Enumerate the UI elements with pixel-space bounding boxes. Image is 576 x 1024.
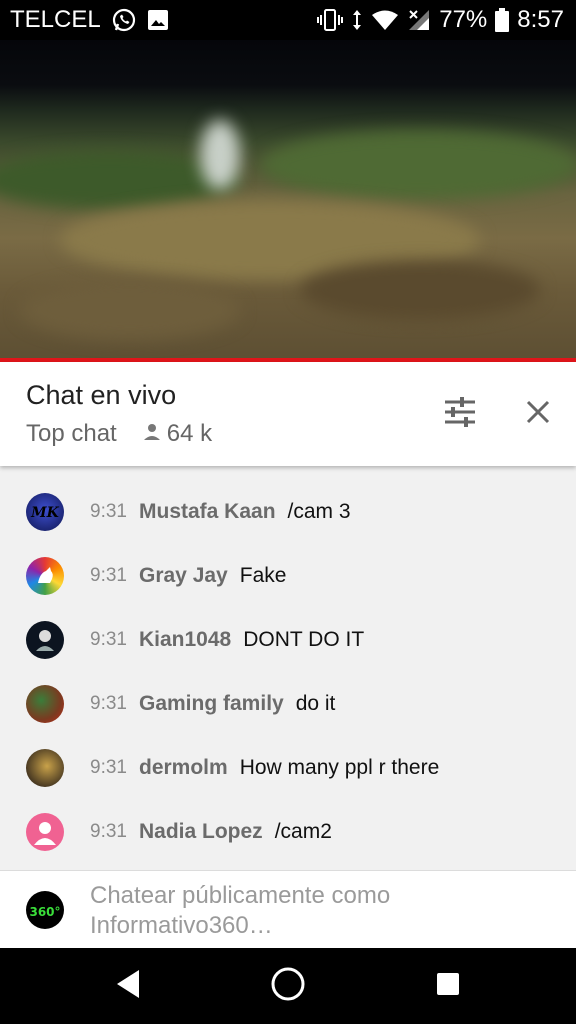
viewer-count: 64 k bbox=[143, 420, 212, 448]
avatar[interactable] bbox=[26, 621, 64, 659]
avatar[interactable]: MK bbox=[26, 493, 64, 531]
avatar[interactable] bbox=[26, 813, 64, 851]
message-text: /cam 3 bbox=[287, 500, 351, 523]
message-text: Fake bbox=[239, 564, 287, 587]
chat-message: 9:31 Kian1048 DONT DO IT bbox=[0, 608, 576, 672]
battery-icon bbox=[495, 8, 510, 32]
chat-message: 9:31 dermolm How many ppl r there bbox=[0, 736, 576, 800]
avatar[interactable] bbox=[26, 557, 64, 595]
home-button[interactable] bbox=[266, 966, 310, 1006]
close-icon bbox=[526, 400, 550, 429]
message-time: 9:31 bbox=[90, 501, 127, 522]
message-author[interactable]: Nadia Lopez bbox=[139, 820, 263, 843]
person-icon bbox=[143, 420, 161, 448]
message-text: How many ppl r there bbox=[239, 756, 440, 779]
chat-input-placeholder-line1: Chatear públicamente como bbox=[90, 882, 391, 909]
recents-icon bbox=[436, 972, 460, 1001]
clock: 8:57 bbox=[517, 6, 564, 33]
chat-mode-label: Top chat bbox=[26, 420, 117, 447]
chat-message-list[interactable]: MK 9:31 Mustafa Kaan/cam 3 9:31 Gray Jay… bbox=[0, 466, 576, 870]
avatar[interactable] bbox=[26, 749, 64, 787]
chat-message: 9:31 Nadia Lopez/cam2 bbox=[0, 800, 576, 864]
filter-button[interactable] bbox=[438, 392, 482, 436]
status-bar: TELCEL 77% 8:57 bbox=[0, 0, 576, 40]
vibrate-icon bbox=[317, 8, 344, 32]
chat-input-placeholder-line2: Informativo360… bbox=[90, 912, 273, 939]
message-time: 9:31 bbox=[90, 757, 127, 778]
message-author[interactable]: Mustafa Kaan bbox=[139, 500, 276, 523]
chat-input-bar[interactable]: 360° Chatear públicamente como Informati… bbox=[0, 870, 576, 948]
message-time: 9:31 bbox=[90, 565, 127, 586]
back-button[interactable] bbox=[106, 966, 150, 1006]
message-time: 9:31 bbox=[90, 821, 127, 842]
back-icon bbox=[115, 969, 141, 1004]
svg-text:MK: MK bbox=[30, 505, 59, 521]
viewer-count-value: 64 k bbox=[166, 420, 213, 447]
wifi-icon bbox=[371, 9, 399, 31]
tune-icon bbox=[444, 396, 476, 432]
chat-mode-selector[interactable]: Top chat 64 k bbox=[26, 420, 212, 448]
message-text: /cam2 bbox=[274, 820, 332, 843]
my-avatar[interactable]: 360° bbox=[26, 891, 64, 929]
battery-percent: 77% bbox=[439, 6, 488, 33]
home-icon bbox=[270, 966, 306, 1007]
signal-icon bbox=[407, 8, 431, 32]
message-author[interactable]: Gaming family bbox=[139, 692, 284, 715]
chat-title: Chat en vivo bbox=[26, 380, 177, 410]
data-arrows-icon bbox=[351, 8, 363, 32]
recents-button[interactable] bbox=[426, 966, 470, 1006]
message-author[interactable]: Gray Jay bbox=[139, 564, 228, 587]
carrier-label: TELCEL bbox=[10, 6, 101, 33]
message-time: 9:31 bbox=[90, 693, 127, 714]
avatar[interactable] bbox=[26, 685, 64, 723]
message-text: do it bbox=[295, 692, 336, 715]
chat-header: Chat en vivo Top chat 64 k bbox=[0, 362, 576, 466]
message-time: 9:31 bbox=[90, 629, 127, 650]
gallery-icon bbox=[147, 9, 169, 31]
message-author[interactable]: dermolm bbox=[139, 756, 228, 779]
chat-message: 9:31 Gray Jay Fake bbox=[0, 544, 576, 608]
chat-message: MK 9:31 Mustafa Kaan/cam 3 bbox=[0, 480, 576, 544]
video-player[interactable] bbox=[0, 40, 576, 360]
message-text: DONT DO IT bbox=[243, 628, 365, 651]
chat-input-field[interactable]: Chatear públicamente como Informativo360… bbox=[90, 881, 550, 941]
message-author[interactable]: Kian1048 bbox=[139, 628, 231, 651]
close-chat-button[interactable] bbox=[516, 392, 560, 436]
chat-message: 9:31 Gaming family do it bbox=[0, 672, 576, 736]
svg-text:360°: 360° bbox=[29, 905, 60, 919]
navigation-bar bbox=[0, 948, 576, 1024]
whatsapp-icon bbox=[111, 7, 137, 33]
